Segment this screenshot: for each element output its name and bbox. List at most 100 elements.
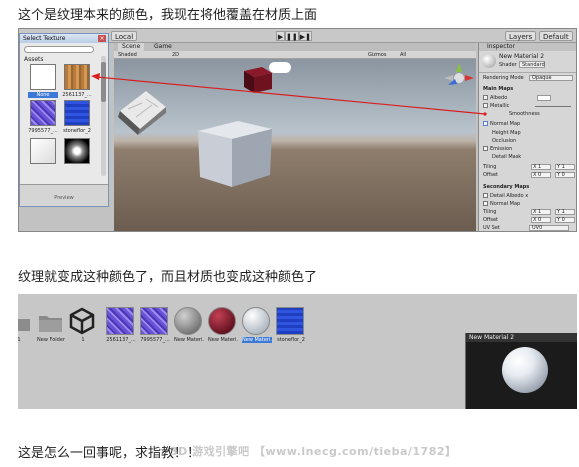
rendering-mode-label: Rendering Mode: [483, 75, 524, 81]
red-sphere-icon: [208, 307, 236, 335]
asset-item[interactable]: New Materi...: [208, 307, 238, 343]
asset-item[interactable]: 2561137_...: [106, 307, 136, 343]
emission-checkbox[interactable]: [483, 146, 488, 151]
material-header: New Material 2 Shader Standard: [479, 51, 576, 73]
inspector-panel: Inspector New Material 2 Shader Standard…: [478, 43, 576, 231]
stone-sphere-icon: [174, 307, 202, 335]
select-texture-title: Select Texture: [20, 34, 108, 43]
purple-tile-texture-icon: [140, 307, 168, 335]
material-preview-panel: New Material 2: [465, 333, 577, 409]
texture-caption: 2561137_...: [62, 92, 92, 98]
scrollbar[interactable]: [101, 56, 106, 176]
offset-x-field[interactable]: X 0: [531, 172, 551, 178]
rendering-mode-dropdown[interactable]: Opaque: [529, 75, 573, 81]
assets-label: Assets: [24, 56, 44, 63]
secondary-maps-heading: Secondary Maps: [483, 184, 530, 190]
metallic-row[interactable]: Metallic: [483, 103, 509, 110]
offset2-label: Offset: [483, 217, 499, 223]
inspector-tab[interactable]: Inspector: [479, 43, 576, 51]
asset-item[interactable]: New Materi...: [174, 307, 204, 343]
normal-map-row[interactable]: Normal Map: [483, 121, 520, 128]
tiling2-x-field[interactable]: X 1: [531, 209, 551, 215]
secondary-normal-row[interactable]: Normal Map: [483, 201, 520, 208]
uvset-dropdown[interactable]: UV0: [529, 225, 569, 231]
offset2-y-field[interactable]: Y 0: [555, 217, 575, 223]
offset-y-field[interactable]: Y 0: [555, 172, 575, 178]
unity-editor-screenshot: Local ▶ ❚❚ ▶❚ Layers Default Select Text…: [18, 28, 577, 232]
tiling2-y-field[interactable]: Y 1: [555, 209, 575, 215]
albedo-row[interactable]: Albedo: [483, 95, 507, 102]
scene-tab-strip: Scene Game: [114, 43, 476, 51]
blue-tile-texture-icon: [276, 307, 304, 335]
asset-item-selected[interactable]: New Materi...: [242, 307, 272, 343]
asset-item[interactable]: stoneflor_2: [276, 307, 306, 343]
emission-row[interactable]: Emission: [483, 146, 512, 153]
2d-toggle[interactable]: 2D: [172, 51, 179, 59]
purple-tile-texture-thumb[interactable]: [30, 100, 56, 126]
scene-toolbar: Shaded 2D Gizmos All: [114, 51, 476, 59]
offset2-x-field[interactable]: X 0: [531, 217, 551, 223]
purple-tile-texture-icon: [106, 307, 134, 335]
metallic-slot[interactable]: [483, 103, 488, 108]
select-texture-window: Select Texture × Assets None 2561137_...…: [19, 33, 109, 207]
tiling2-label: Tiling: [483, 209, 497, 215]
play-controls: ▶ ❚❚ ▶❚: [276, 31, 312, 41]
folder-icon: [18, 307, 32, 335]
asset-item[interactable]: New Folder: [36, 307, 66, 343]
albedo-color-swatch[interactable]: [537, 95, 551, 101]
asset-item[interactable]: 1: [18, 307, 34, 343]
project-window-screenshot: 1 New Folder 1 2561137_... 7995577_... N…: [18, 294, 577, 409]
smoothness-label: Smoothness: [509, 111, 540, 117]
folder-icon: [36, 307, 64, 335]
scene-gizmo-icon[interactable]: [444, 63, 474, 93]
none-swatch[interactable]: [30, 64, 56, 90]
wood-texture-thumb[interactable]: [64, 64, 90, 90]
search-input[interactable]: [24, 46, 94, 53]
post-text-line-1: 这个是纹理本来的颜色，我现在将他覆盖在材质上面: [18, 8, 318, 23]
shader-dropdown[interactable]: Standard: [519, 61, 545, 68]
uvset-label: UV Set: [483, 225, 500, 231]
dot-texture-thumb[interactable]: [64, 138, 90, 164]
local-toggle[interactable]: Local: [111, 31, 138, 41]
preview-area: Preview: [20, 184, 108, 206]
gizmos-dropdown[interactable]: Gizmos: [368, 51, 386, 59]
metallic-slider[interactable]: [535, 106, 571, 107]
shader-label: Shader: [499, 62, 517, 68]
layers-dropdown[interactable]: Layers: [505, 31, 537, 41]
marble-cube[interactable]: [116, 85, 168, 135]
step-icon[interactable]: ▶❚: [298, 31, 312, 41]
detail-albedo-row[interactable]: Detail Albedo x: [483, 193, 528, 200]
scene-search-input[interactable]: All: [400, 51, 406, 59]
post-text-line-2: 纹理就变成这种颜色了，而且材质也变成这种颜色了: [18, 270, 318, 285]
layout-dropdown[interactable]: Default: [539, 31, 573, 41]
preview-title: New Material 2: [466, 333, 577, 342]
texture-caption: stoneflor_2: [63, 128, 91, 134]
main-maps-heading: Main Maps: [483, 86, 514, 92]
asset-item[interactable]: 1: [68, 307, 98, 343]
white-cube[interactable]: [196, 119, 274, 189]
material-icon: [482, 54, 496, 68]
white-texture-thumb[interactable]: [30, 138, 56, 164]
red-cube[interactable]: [242, 65, 274, 95]
normal-map-slot[interactable]: [483, 121, 488, 126]
close-icon[interactable]: ×: [98, 35, 106, 42]
pause-icon[interactable]: ❚❚: [285, 31, 299, 41]
shading-mode-dropdown[interactable]: Shaded: [118, 51, 137, 59]
detail-albedo-slot[interactable]: [483, 193, 488, 198]
detail-mask-label: Detail Mask: [492, 154, 522, 160]
secondary-normal-slot[interactable]: [483, 201, 488, 206]
scene-view[interactable]: [114, 59, 476, 231]
tiling-label: Tiling: [483, 164, 497, 170]
tab-scene[interactable]: Scene: [118, 43, 145, 51]
albedo-slot[interactable]: [483, 95, 488, 100]
tab-game[interactable]: Game: [150, 43, 176, 51]
material-preview-sphere[interactable]: [502, 347, 548, 393]
offset-label: Offset: [483, 172, 499, 178]
unity-icon: [68, 307, 96, 335]
tiling-y-field[interactable]: Y 1: [555, 164, 575, 170]
blue-tile-texture-thumb[interactable]: [64, 100, 90, 126]
tiling-x-field[interactable]: X 1: [531, 164, 551, 170]
texture-caption: 7995577_...: [28, 128, 58, 134]
play-icon[interactable]: ▶: [276, 31, 286, 41]
asset-item[interactable]: 7995577_...: [140, 307, 170, 343]
